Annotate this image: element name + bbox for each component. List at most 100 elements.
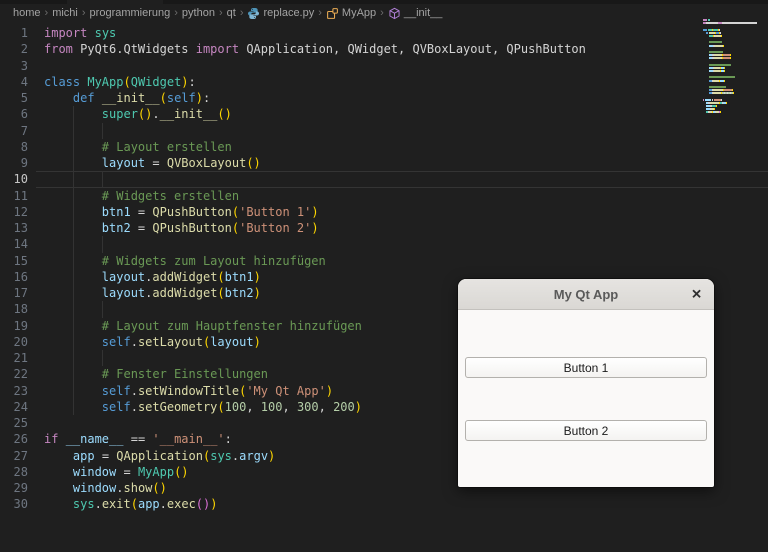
close-icon[interactable]: ✕ <box>691 288 702 301</box>
code-token: from <box>44 42 73 57</box>
code-line[interactable]: 1 import sys <box>0 25 768 41</box>
code-token: = <box>94 448 117 463</box>
code-line[interactable]: 7 <box>0 122 768 139</box>
code-line-text: layout = QVBoxLayout() <box>44 155 261 171</box>
breadcrumb-item-programmierung[interactable]: programmierung <box>90 7 171 19</box>
code-line[interactable]: 14 <box>0 236 768 253</box>
line-number[interactable]: 26 <box>0 431 28 447</box>
minimap-token <box>710 101 719 104</box>
code-line-text: # Widgets zum Layout hinzufügen <box>44 253 326 269</box>
line-number[interactable]: 23 <box>0 383 28 399</box>
breadcrumb-label: python <box>181 7 215 19</box>
code-line[interactable]: 15 # Widgets zum Layout hinzufügen <box>0 252 768 269</box>
line-number[interactable]: 5 <box>0 90 28 106</box>
line-number[interactable]: 12 <box>0 204 28 220</box>
code-token: ) <box>311 204 319 219</box>
code-token: '__main__' <box>152 432 225 447</box>
breadcrumb-item-home[interactable]: home <box>13 7 41 19</box>
code-token: ) <box>181 74 189 89</box>
code-token: () <box>137 107 153 122</box>
code-line[interactable]: 6 super().__init__() <box>0 106 768 123</box>
line-number[interactable]: 28 <box>0 464 28 480</box>
line-number[interactable]: 18 <box>0 301 28 317</box>
code-line[interactable]: 9 layout = QVBoxLayout() <box>0 155 768 172</box>
line-number[interactable]: 10 <box>0 171 28 187</box>
line-number[interactable]: 6 <box>0 106 28 122</box>
minimap-token <box>724 70 725 72</box>
code-line[interactable]: 5 def __init__(self): <box>0 90 768 106</box>
code-token: __init__ <box>159 107 218 122</box>
line-number[interactable]: 2 <box>0 41 28 57</box>
code-token: () <box>152 481 167 495</box>
button-1[interactable]: Button 1 <box>465 357 707 378</box>
line-number[interactable]: 29 <box>0 480 28 496</box>
button-2[interactable]: Button 2 <box>465 420 707 441</box>
code-line[interactable]: 12 btn1 = QPushButton('Button 1') <box>0 203 768 220</box>
minimap-token <box>713 92 721 95</box>
line-number[interactable]: 3 <box>0 58 28 74</box>
minimap[interactable] <box>703 19 763 119</box>
code-line-text: # Layout erstellen <box>44 139 232 155</box>
code-line[interactable]: 10 <box>0 171 768 188</box>
line-number[interactable]: 30 <box>0 496 28 512</box>
line-number[interactable]: 21 <box>0 350 28 366</box>
code-token: = <box>130 221 153 235</box>
code-token: 100 <box>260 399 283 414</box>
code-token: QPushButton <box>152 204 232 219</box>
breadcrumb-label: programmierung <box>89 7 171 19</box>
breadcrumb-item-replace.py[interactable]: replace.py <box>247 7 314 20</box>
breadcrumb-item-qt[interactable]: qt <box>227 7 236 19</box>
minimap-token <box>720 31 721 34</box>
indent-guide <box>101 171 103 188</box>
code-line[interactable]: 2 from PyQt6.QtWidgets import QApplicatio… <box>0 41 768 57</box>
line-number[interactable]: 9 <box>0 155 28 171</box>
minimap-token <box>721 98 722 101</box>
indent-guide <box>101 236 103 253</box>
qt-window-titlebar[interactable]: My Qt App ✕ <box>458 279 714 310</box>
minimap-token <box>730 54 731 57</box>
code-line[interactable]: 8 # Layout erstellen <box>0 138 768 155</box>
breadcrumb: home › michi › programmierung › python › qt › repl… <box>0 4 768 22</box>
line-number[interactable]: 1 <box>0 25 28 41</box>
breadcrumb-item-init[interactable]: __init__ <box>388 7 442 20</box>
line-number[interactable]: 20 <box>0 334 28 350</box>
line-number[interactable]: 13 <box>0 220 28 236</box>
line-number[interactable]: 16 <box>0 269 28 285</box>
minimap-token <box>722 22 757 25</box>
line-number[interactable]: 17 <box>0 285 28 301</box>
line-number[interactable]: 14 <box>0 236 28 252</box>
code-token: , <box>318 399 334 414</box>
breadcrumb-item-myapp[interactable]: MyApp <box>326 7 376 20</box>
line-number[interactable]: 24 <box>0 399 28 415</box>
code-token: show <box>123 481 153 495</box>
line-number[interactable]: 4 <box>0 74 28 90</box>
line-number[interactable]: 19 <box>0 318 28 334</box>
code-token: QVBoxLayout <box>166 156 247 170</box>
code-line[interactable]: 11 # Widgets erstellen <box>0 187 768 204</box>
line-number[interactable]: 8 <box>0 139 28 155</box>
code-line[interactable]: 30 sys.exit(app.exec()) <box>0 496 768 512</box>
code-line[interactable]: 3 <box>0 58 768 74</box>
line-number[interactable]: 22 <box>0 366 28 382</box>
breadcrumb-item-michi[interactable]: michi <box>52 7 78 19</box>
minimap-token <box>709 76 735 79</box>
code-token: layout <box>101 156 146 170</box>
line-number[interactable]: 11 <box>0 188 28 204</box>
code-token: setLayout <box>137 334 203 349</box>
code-line[interactable]: 13 btn2 = QPushButton('Button 2') <box>0 220 768 237</box>
line-number[interactable]: 15 <box>0 253 28 269</box>
code-token: ) <box>354 399 362 414</box>
breadcrumb-item-python[interactable]: python <box>182 7 215 19</box>
line-number[interactable]: 27 <box>0 448 28 464</box>
minimap-token <box>714 98 721 101</box>
line-number[interactable]: 7 <box>0 123 28 139</box>
code-line[interactable]: 4 class MyApp(QWidget): <box>0 74 768 90</box>
indent-guide <box>101 350 103 367</box>
code-token: == <box>130 432 146 447</box>
line-number[interactable]: 25 <box>0 415 28 431</box>
